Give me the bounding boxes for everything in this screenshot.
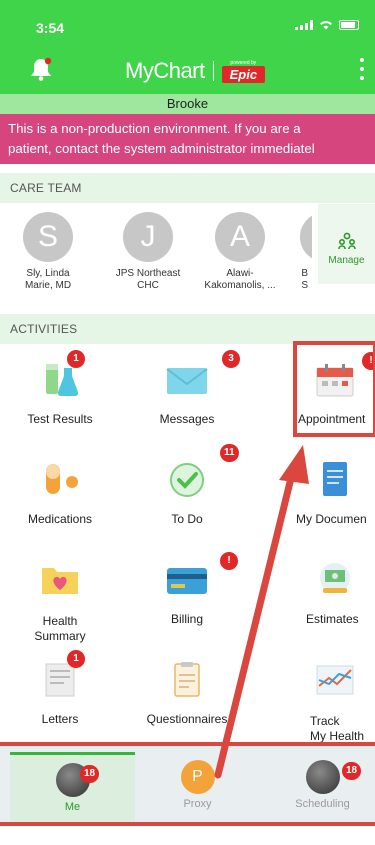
track-my-health-label: Track My Health [310, 714, 365, 743]
tab-me-label: Me [64, 801, 81, 813]
tab-scheduling[interactable]: 18 Scheduling [260, 752, 375, 822]
care-team-member-partial[interactable]: BS [272, 212, 312, 292]
care-team-carousel: S Sly, Linda Marie, MD J JPS Northeast CHC… [0, 204, 375, 309]
test-results-label: Test Results [27, 412, 93, 426]
messages-label: Messages [159, 412, 215, 426]
environment-warning-banner: This is a non-production environment. If… [0, 114, 375, 164]
billing-tile[interactable]: ! Billing [132, 542, 242, 637]
bottom-tab-bar: 18 Me P Proxy 18 Scheduling [0, 742, 375, 822]
manage-label: Manage [328, 255, 365, 266]
to-do-tile[interactable]: 11 To Do [132, 442, 242, 537]
document-icon [323, 462, 347, 496]
tab-me[interactable]: 18 Me [10, 752, 135, 822]
billing-badge: ! [220, 552, 238, 570]
letters-badge: 1 [67, 650, 85, 668]
messages-tile[interactable]: 3 Messages [132, 342, 242, 437]
patient-name-bar: Brooke [0, 94, 375, 114]
credit-card-icon [167, 568, 207, 594]
health-summary-tile[interactable]: Health Summary [5, 542, 115, 643]
avatar: A [215, 212, 265, 262]
member-name: BS [301, 268, 308, 291]
tab-scheduling-label: Scheduling [295, 798, 350, 810]
care-team-member[interactable]: A Alawi- Kakomanolis, ... [200, 212, 280, 292]
avatar: S [23, 212, 73, 262]
epic-wordmark: Epic [221, 65, 266, 83]
tab-proxy[interactable]: P Proxy [135, 752, 260, 822]
test-results-tile[interactable]: 1 Test Results [5, 342, 115, 437]
estimates-label: Estimates [306, 612, 359, 626]
epic-logo: powered by Epic [221, 59, 266, 83]
logo-divider [212, 61, 214, 81]
medications-tile[interactable]: Medications [5, 442, 115, 537]
billing-label: Billing [170, 612, 203, 626]
member-name: JPS Northeast CHC [115, 268, 181, 291]
to-do-label: To Do [171, 512, 203, 526]
mychart-home-screen: 3:54 MyChart powered by Epic Brooke This… [0, 0, 375, 845]
more-menu-icon[interactable] [359, 58, 365, 80]
track-my-health-tile[interactable]: Track My Health [290, 642, 375, 743]
care-team-member[interactable]: J JPS Northeast CHC [108, 212, 188, 292]
questionnaires-label: Questionnaires [146, 712, 228, 726]
pill-icon [46, 464, 78, 494]
member-name: Alawi- Kakomanolis, ... [204, 268, 276, 291]
manage-care-team-button[interactable]: Manage [318, 204, 375, 284]
warning-line-1: This is a non-production environment. If… [8, 121, 301, 136]
status-icons [295, 20, 359, 30]
letters-label: Letters [41, 712, 79, 726]
to-do-badge: 11 [220, 444, 239, 462]
care-team-member[interactable]: S Sly, Linda Marie, MD [8, 212, 88, 292]
chart-line-icon [316, 665, 354, 695]
proxy-avatar-icon: P [180, 760, 215, 794]
my-documents-tile[interactable]: My Documen [290, 442, 375, 537]
clipboard-icon [174, 662, 200, 697]
app-name: MyChart [125, 58, 205, 83]
activities-header: ACTIVITIES [0, 314, 375, 344]
people-icon [337, 232, 356, 250]
care-team-header: CARE TEAM [0, 173, 375, 203]
avatar [300, 212, 312, 262]
health-summary-label: Health Summary [34, 614, 86, 643]
tab-proxy-label: Proxy [183, 798, 212, 810]
avatar: J [123, 212, 173, 262]
my-documents-label: My Documen [296, 512, 367, 526]
folder-heart-icon [42, 568, 78, 594]
mychart-logo: MyChart powered by Epic [125, 58, 266, 84]
bottom-annotation-strip [0, 822, 375, 845]
powered-by-text: powered by [230, 59, 257, 66]
estimates-icon [320, 563, 350, 593]
app-header: 3:54 MyChart powered by Epic [0, 0, 375, 94]
notification-bell-icon[interactable] [28, 56, 54, 82]
checkmark-circle-icon [170, 463, 204, 497]
appointments-annotation-box [293, 341, 375, 437]
me-badge: 18 [80, 765, 100, 783]
member-name: Sly, Linda Marie, MD [24, 268, 72, 291]
envelope-icon [166, 368, 208, 394]
scheduling-badge: 18 [342, 762, 362, 780]
signal-icon [295, 20, 313, 30]
test-results-badge: 1 [67, 350, 85, 368]
estimates-tile[interactable]: Estimates [290, 542, 375, 637]
questionnaires-tile[interactable]: Questionnaires [132, 642, 242, 737]
scheduling-avatar-icon [305, 760, 340, 794]
status-time: 3:54 [36, 20, 65, 36]
warning-line-2: patient, contact the system administrato… [8, 141, 315, 156]
battery-icon [339, 20, 359, 30]
medications-label: Medications [27, 512, 93, 526]
messages-badge: 3 [222, 350, 240, 368]
wifi-icon [320, 21, 332, 30]
letters-tile[interactable]: 1 Letters [5, 642, 115, 737]
